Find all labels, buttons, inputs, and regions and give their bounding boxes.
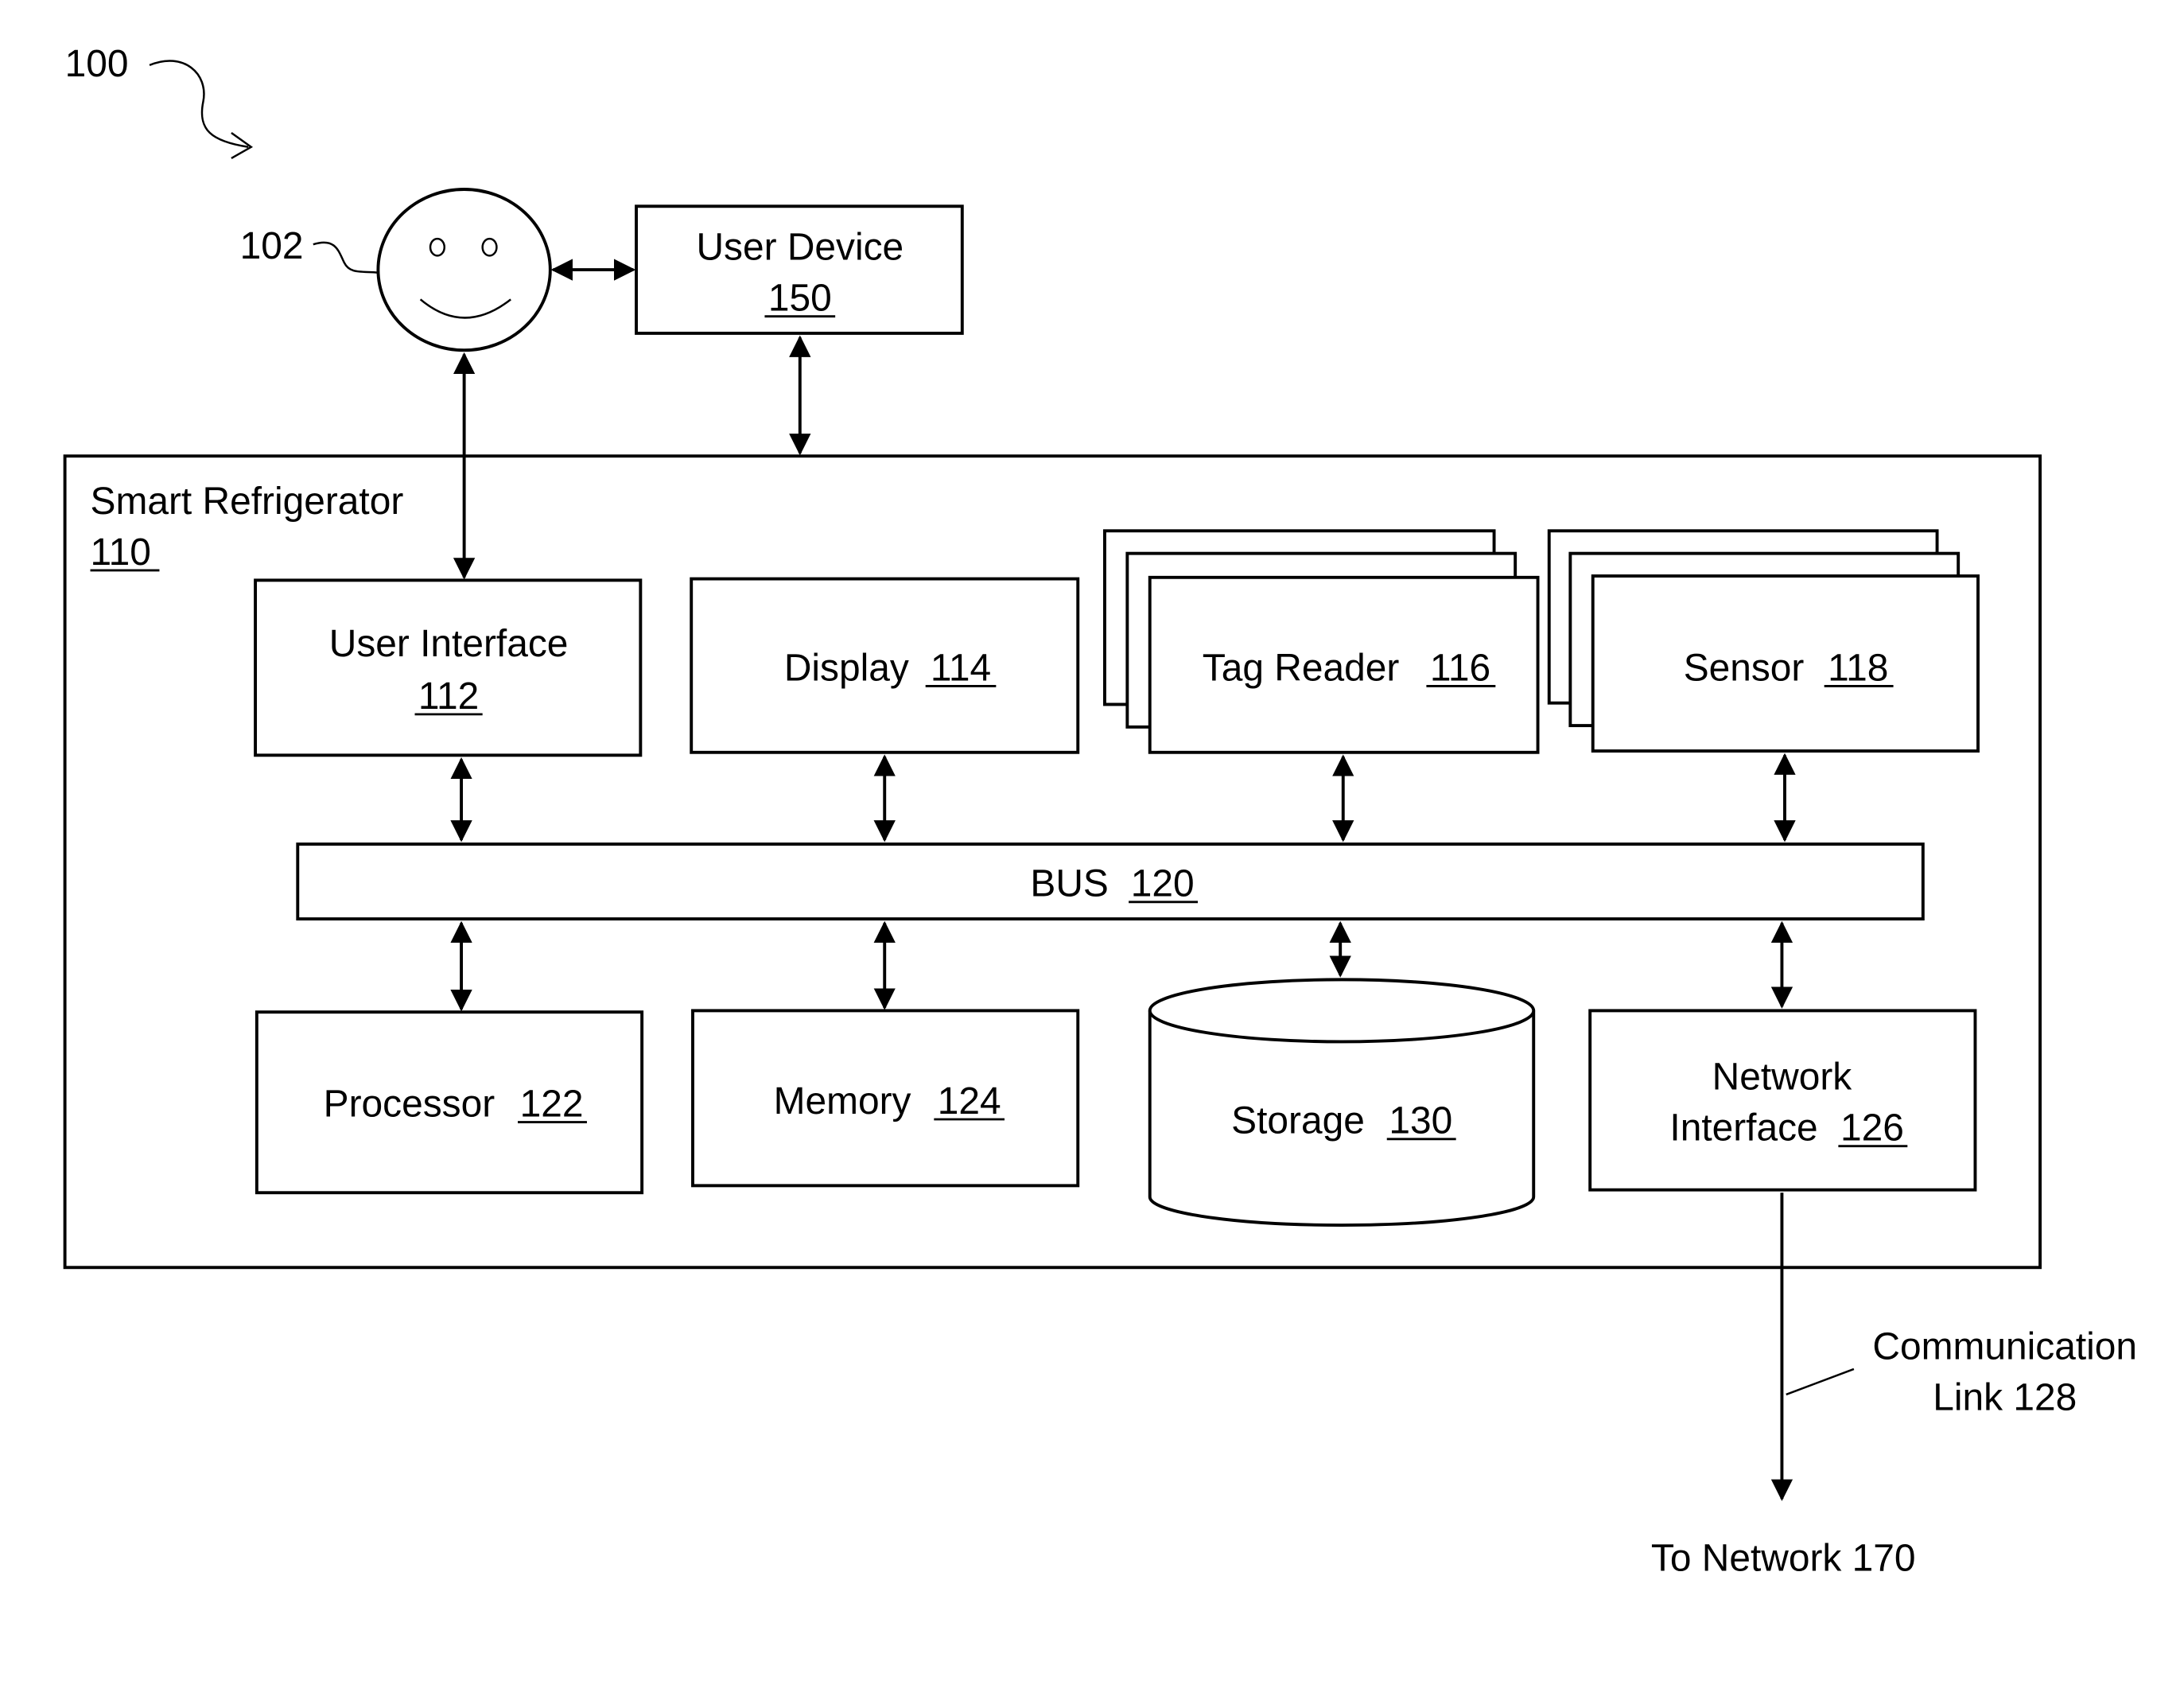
storage-ref: 130 — [1389, 1100, 1452, 1142]
communication-link-leader — [1786, 1368, 1855, 1396]
storage-label: Storage — [1231, 1100, 1365, 1142]
processor-ref: 122 — [520, 1083, 584, 1125]
storage-cylinder[interactable]: Storage 130 — [1148, 978, 1536, 1227]
user-interface-label: User Interface — [329, 623, 569, 665]
memory-box[interactable]: Memory 124 — [691, 1009, 1080, 1188]
user-ref-label: 102 — [240, 225, 304, 267]
tag-reader-ref: 116 — [1430, 647, 1490, 689]
bus-bar[interactable]: BUS 120 — [296, 842, 1925, 921]
user-device-box[interactable]: User Device 150 — [635, 204, 964, 335]
system-diagram: 100 102 User Device 150 Smart Refrigerat… — [63, 43, 2137, 1580]
refrigerator-ref: 110 — [91, 531, 151, 574]
user-device-ref: 150 — [768, 278, 832, 320]
network-interface-label-line1: Network — [1712, 1056, 1852, 1099]
user-device-label: User Device — [696, 227, 904, 269]
network-interface-label-line2: Interface — [1669, 1107, 1817, 1150]
communication-link-label-line2: Link 128 — [1933, 1376, 2077, 1418]
user-ref-leader — [313, 241, 379, 274]
display-label: Display — [784, 647, 909, 689]
network-interface-ref: 126 — [1840, 1107, 1904, 1150]
communication-link-label-line1: Communication — [1872, 1326, 2137, 1368]
processor-box[interactable]: Processor 122 — [255, 1010, 644, 1195]
memory-label: Memory — [774, 1080, 911, 1122]
tag-reader-label: Tag Reader — [1203, 647, 1400, 689]
network-interface-box[interactable]: Network Interface 126 — [1588, 1009, 1977, 1192]
user-interface-box[interactable]: User Interface 112 — [254, 578, 643, 757]
sensor-stack[interactable]: Sensor 118 — [1547, 529, 1980, 753]
figure-ref-label: 100 — [65, 43, 129, 85]
display-ref: 114 — [931, 647, 991, 689]
bus-label: BUS — [1030, 863, 1108, 905]
sensor-ref: 118 — [1828, 647, 1888, 689]
user-interface-ref: 112 — [418, 675, 479, 718]
display-box[interactable]: Display 114 — [690, 577, 1080, 754]
user-smiley-icon — [376, 188, 552, 352]
refrigerator-label: Smart Refrigerator — [91, 480, 404, 523]
bus-ref: 120 — [1131, 863, 1195, 905]
processor-label: Processor — [324, 1083, 495, 1125]
tag-reader-stack[interactable]: Tag Reader 116 — [1103, 529, 1540, 754]
sensor-label: Sensor — [1684, 647, 1805, 689]
memory-ref: 124 — [938, 1080, 1001, 1122]
network-destination-label: To Network 170 — [1651, 1538, 1916, 1580]
